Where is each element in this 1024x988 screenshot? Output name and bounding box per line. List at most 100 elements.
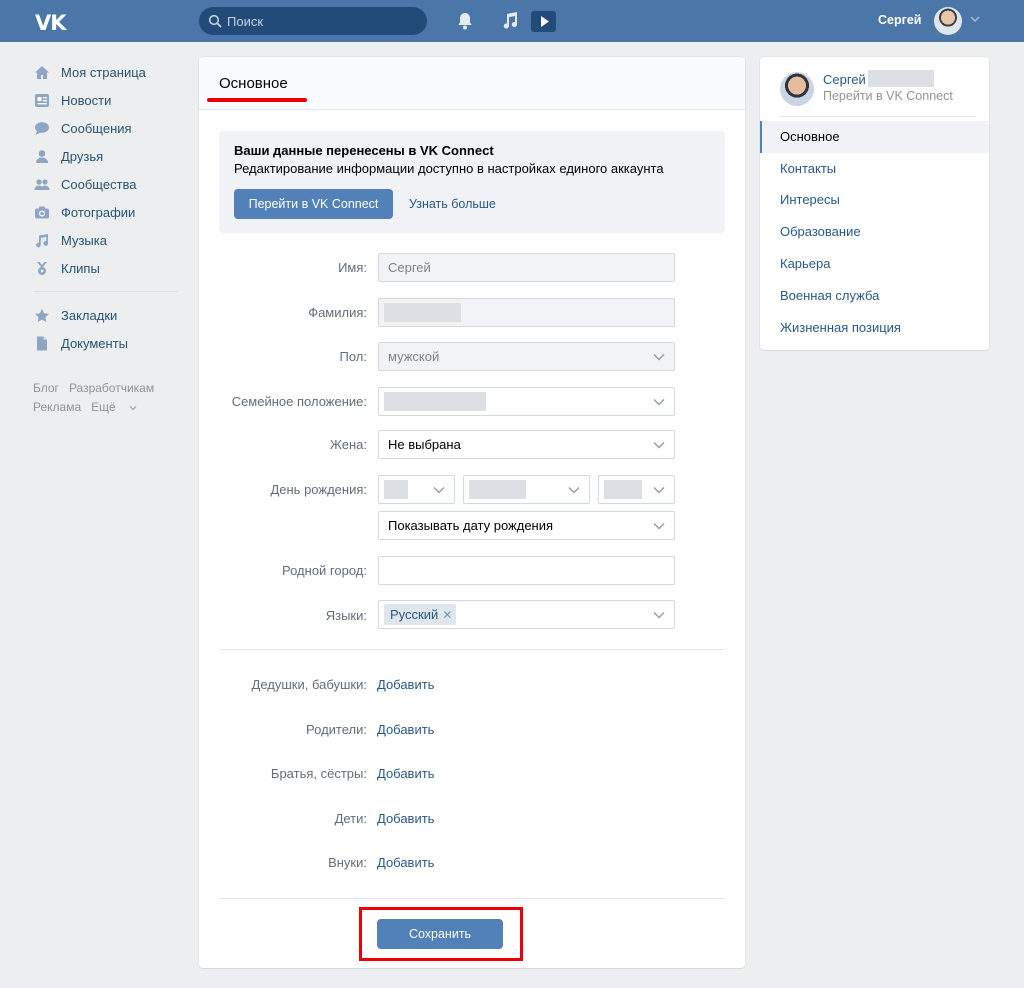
- avatar[interactable]: [780, 72, 814, 106]
- add-parents-link[interactable]: Добавить: [377, 722, 434, 737]
- chevron-down-icon: [568, 487, 580, 494]
- chevron-down-icon: [653, 399, 665, 406]
- footer-developers-link[interactable]: Разработчикам: [69, 381, 154, 395]
- top-header: VK Сергей: [0, 0, 1024, 42]
- children-label: Дети:: [334, 811, 367, 826]
- menu-item-interests[interactable]: Интересы: [760, 184, 989, 216]
- nav-label: Клипы: [61, 260, 100, 276]
- birthday-month-select[interactable]: [463, 475, 590, 504]
- nav-documents[interactable]: Документы: [33, 329, 183, 357]
- redacted-value: [384, 480, 408, 499]
- menu-divider: [780, 116, 976, 117]
- play-icon[interactable]: [531, 11, 556, 32]
- nav-label: Музыка: [61, 232, 107, 248]
- chevron-down-icon: [433, 487, 445, 494]
- document-icon: [33, 334, 51, 352]
- home-icon: [33, 63, 51, 81]
- footer-more-link[interactable]: Ещё: [91, 400, 137, 414]
- nav-photos[interactable]: Фотографии: [33, 198, 183, 226]
- search-icon: [208, 14, 222, 28]
- menu-item-education[interactable]: Образование: [760, 216, 989, 248]
- vk-logo[interactable]: VK: [35, 11, 67, 35]
- profile-name[interactable]: Сергей: [823, 72, 866, 87]
- card-header: Основное: [199, 57, 745, 110]
- birthday-visibility-select[interactable]: Показывать дату рождения: [378, 511, 675, 540]
- add-grandchildren-link[interactable]: Добавить: [377, 855, 434, 870]
- bell-icon[interactable]: [456, 11, 474, 31]
- language-tag: Русский ✕: [384, 604, 457, 625]
- close-icon[interactable]: ✕: [442, 608, 452, 622]
- nav-label: Сообщения: [61, 120, 132, 136]
- menu-item-career[interactable]: Карьера: [760, 248, 989, 280]
- section-divider: [219, 649, 725, 650]
- save-button[interactable]: Сохранить: [377, 919, 503, 949]
- nav-bookmarks[interactable]: Закладки: [33, 301, 183, 329]
- footer-blog-link[interactable]: Блог: [33, 381, 59, 395]
- nav-label: Документы: [61, 335, 129, 351]
- marital-status-select[interactable]: [378, 387, 675, 416]
- news-icon: [33, 91, 51, 109]
- nav-messages[interactable]: Сообщения: [33, 114, 183, 142]
- first-name-field[interactable]: Сергей: [378, 253, 675, 282]
- languages-select[interactable]: Русский ✕: [378, 600, 675, 629]
- communities-icon: [33, 175, 51, 193]
- hometown-input[interactable]: [378, 556, 675, 585]
- nav-my-page[interactable]: Моя страница: [33, 58, 183, 86]
- parents-label: Родители:: [306, 722, 367, 737]
- first-name-label: Имя:: [338, 260, 367, 275]
- friends-icon: [33, 147, 51, 165]
- nav-label: Новости: [61, 92, 112, 108]
- left-navigation: Моя страница Новости Сообщения Друзья Со…: [33, 58, 183, 417]
- wife-select[interactable]: Не выбрана: [378, 430, 675, 459]
- header-user-name[interactable]: Сергей: [878, 13, 921, 27]
- siblings-label: Братья, сёстры:: [270, 766, 367, 781]
- redacted-value: [469, 480, 526, 499]
- add-children-link[interactable]: Добавить: [377, 811, 434, 826]
- star-icon: [33, 306, 51, 324]
- section-divider: [219, 898, 725, 899]
- search-input[interactable]: [227, 7, 417, 35]
- nav-communities[interactable]: Сообщества: [33, 170, 183, 198]
- menu-item-contacts[interactable]: Контакты: [760, 153, 989, 185]
- menu-item-life-position[interactable]: Жизненная позиция: [760, 312, 989, 344]
- chevron-down-icon[interactable]: [970, 15, 980, 23]
- search-box[interactable]: [199, 7, 427, 35]
- header-avatar[interactable]: [934, 7, 962, 35]
- nav-friends[interactable]: Друзья: [33, 142, 183, 170]
- birthday-year-select[interactable]: [598, 475, 675, 504]
- nav-divider: [33, 291, 178, 292]
- title-highlight-underline: [207, 98, 307, 102]
- last-name-label: Фамилия:: [308, 305, 367, 320]
- hometown-label: Родной город:: [282, 563, 367, 578]
- main-settings-card: Основное Ваши данные перенесены в VK Con…: [199, 57, 745, 968]
- marital-status-label: Семейное положение:: [231, 394, 367, 409]
- wife-value: Не выбрана: [388, 437, 461, 452]
- last-name-field[interactable]: [378, 298, 675, 327]
- go-to-vk-connect-button[interactable]: Перейти в VK Connect: [234, 189, 393, 219]
- chevron-down-icon: [653, 612, 665, 619]
- birthday-visibility-value: Показывать дату рождения: [388, 518, 554, 533]
- nav-music[interactable]: Музыка: [33, 226, 183, 254]
- add-siblings-link[interactable]: Добавить: [377, 766, 434, 781]
- gender-select[interactable]: мужской: [378, 342, 675, 371]
- chevron-down-icon: [129, 406, 137, 411]
- menu-item-basic[interactable]: Основное: [760, 121, 989, 153]
- music-icon[interactable]: [501, 11, 519, 31]
- add-grandparents-link[interactable]: Добавить: [377, 677, 434, 692]
- settings-menu: Сергей Перейти в VK Connect Основное Кон…: [760, 57, 989, 350]
- learn-more-link[interactable]: Узнать больше: [409, 197, 496, 211]
- footer-ads-link[interactable]: Реклама: [33, 400, 81, 414]
- nav-footer: Блог Разработчикам Реклама Ещё: [33, 379, 183, 417]
- first-name-value: Сергей: [388, 260, 431, 275]
- vk-connect-link[interactable]: Перейти в VK Connect: [823, 89, 953, 103]
- menu-item-military[interactable]: Военная служба: [760, 280, 989, 312]
- nav-label: Сообщества: [61, 176, 137, 192]
- notice-title: Ваши данные перенесены в VK Connect: [234, 143, 494, 158]
- redacted-value: [384, 392, 486, 411]
- birthday-day-select[interactable]: [378, 475, 455, 504]
- footer-more-label: Ещё: [91, 400, 116, 414]
- nav-clips[interactable]: Клипы: [33, 254, 183, 282]
- grandparents-label: Дедушки, бабушки:: [251, 677, 367, 692]
- grandchildren-label: Внуки:: [328, 855, 367, 870]
- nav-news[interactable]: Новости: [33, 86, 183, 114]
